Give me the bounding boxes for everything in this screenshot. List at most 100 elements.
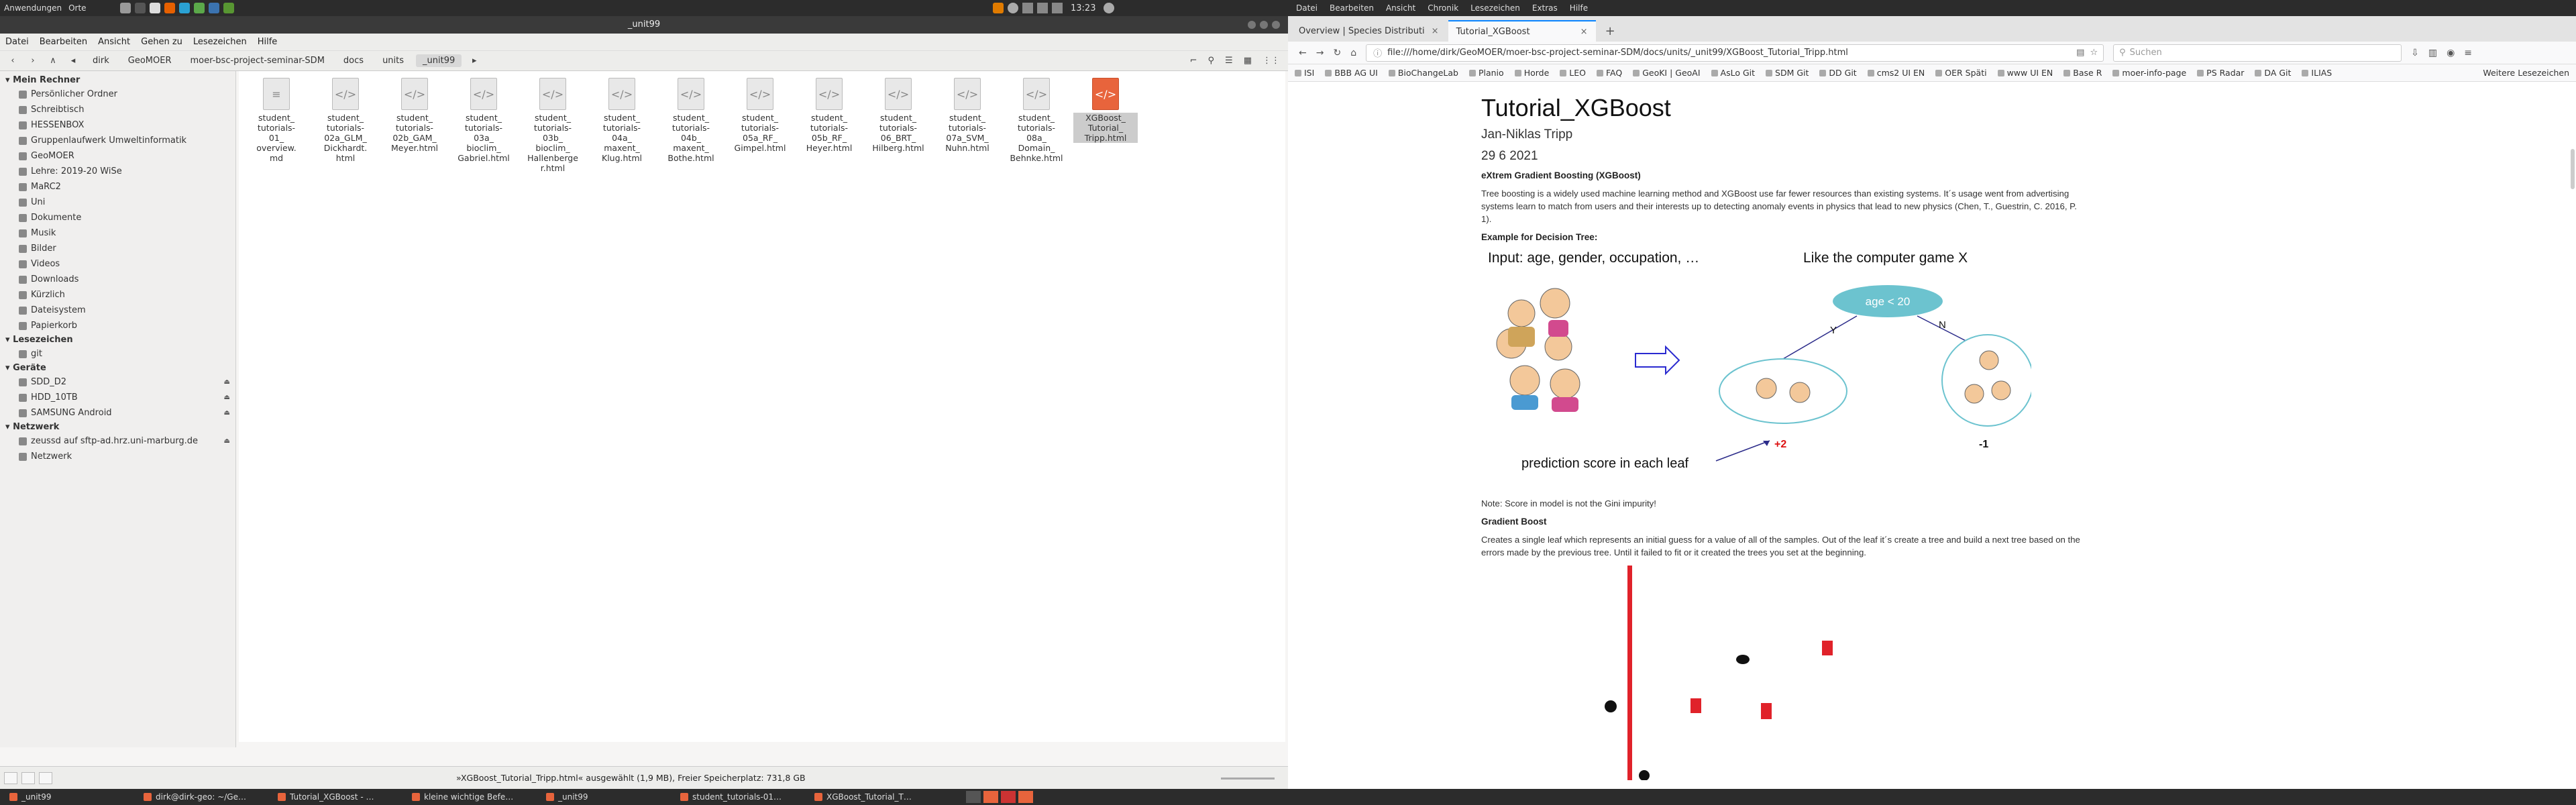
bookmark-item[interactable]: moer-info-page bbox=[2112, 68, 2186, 78]
taskbar-item[interactable]: XGBoost_Tutorial_T… bbox=[805, 789, 939, 805]
bookmark-item[interactable]: PS Radar bbox=[2197, 68, 2244, 78]
breadcrumb-units[interactable]: units bbox=[376, 54, 411, 67]
taskbar-item[interactable]: kleine wichtige Befe… bbox=[402, 789, 537, 805]
sidebar-item[interactable]: Dateisystem bbox=[0, 303, 235, 318]
workspace-3[interactable] bbox=[1001, 791, 1016, 803]
forward-icon[interactable]: → bbox=[1316, 48, 1324, 58]
editor-launcher-icon[interactable] bbox=[149, 3, 160, 13]
file-item[interactable]: ≡ student_ tutorials- 01_ overview. md bbox=[244, 78, 309, 163]
taskbar-item[interactable]: Tutorial_XGBoost - … bbox=[268, 789, 402, 805]
bookmark-item[interactable]: FAQ bbox=[1597, 68, 1622, 78]
show-places-button[interactable] bbox=[4, 771, 17, 784]
menu-extras[interactable]: Extras bbox=[1532, 3, 1558, 13]
file-item[interactable]: </> student_ tutorials- 04a_ maxent_ Klug… bbox=[590, 78, 654, 163]
menu-chronik[interactable]: Chronik bbox=[1428, 3, 1458, 13]
bookmark-item[interactable]: AsLo Git bbox=[1711, 68, 1756, 78]
breadcrumb-project[interactable]: moer-bsc-project-seminar-SDM bbox=[183, 54, 331, 67]
up-icon[interactable]: ∧ bbox=[46, 56, 60, 66]
maps-launcher-icon[interactable] bbox=[193, 3, 205, 13]
bookmark-item[interactable]: SDM Git bbox=[1766, 68, 1809, 78]
more-bookmarks-button[interactable]: Weitere Lesezeichen bbox=[2483, 68, 2576, 78]
bookmark-item[interactable]: BioChangeLab bbox=[1389, 68, 1458, 78]
bookmark-item[interactable]: ILIAS bbox=[2302, 68, 2332, 78]
volume-tray-icon[interactable] bbox=[1037, 3, 1048, 13]
bookmark-item[interactable]: GeoKI | GeoAI bbox=[1633, 68, 1700, 78]
bookmark-item[interactable]: ISI bbox=[1295, 68, 1314, 78]
bookmark-item[interactable]: DA Git bbox=[2255, 68, 2291, 78]
sidebar-item[interactable]: Musik bbox=[0, 225, 235, 241]
show-tree-button[interactable] bbox=[21, 771, 35, 784]
sidebar-item[interactable]: Bilder bbox=[0, 241, 235, 256]
taskbar-item[interactable]: student_tutorials-01… bbox=[671, 789, 805, 805]
qgis-launcher-icon[interactable] bbox=[223, 3, 234, 13]
sidebar-item[interactable]: MaRC2 bbox=[0, 179, 235, 195]
dropbox-icon[interactable] bbox=[993, 3, 1004, 13]
library-icon[interactable]: ▥ bbox=[2428, 48, 2437, 58]
file-item[interactable]: </> XGBoost_ Tutorial_ Tripp.html bbox=[1073, 78, 1138, 143]
hide-sidebar-button[interactable] bbox=[39, 771, 52, 784]
sidebar-item[interactable]: SDD_D2 ⏏ bbox=[0, 374, 235, 390]
taskbar-item[interactable]: _unit99 bbox=[0, 789, 134, 805]
search-icon[interactable]: ⚲ bbox=[1208, 56, 1215, 66]
bookmark-item[interactable]: Planio bbox=[1469, 68, 1504, 78]
downloads-icon[interactable]: ⇩ bbox=[2411, 48, 2419, 58]
page-info-icon[interactable]: ⓘ bbox=[1373, 46, 1382, 59]
sidebar-item[interactable]: GeoMOER bbox=[0, 148, 235, 164]
fm-menu-gehen-zu[interactable]: Gehen zu bbox=[141, 37, 182, 47]
bookmark-item[interactable]: Base R bbox=[2063, 68, 2102, 78]
menu-bearbeiten[interactable]: Bearbeiten bbox=[1330, 3, 1374, 13]
places-menu[interactable]: Orte bbox=[68, 3, 86, 13]
bookmark-item[interactable]: LEO bbox=[1560, 68, 1586, 78]
file-item[interactable]: </> student_ tutorials- 03a_ bioclim_ Gab… bbox=[451, 78, 516, 163]
sidebar-section-devices[interactable]: ▾ Geräte bbox=[0, 362, 235, 374]
path-right-icon[interactable]: ▸ bbox=[467, 56, 482, 66]
workspace-1[interactable] bbox=[966, 791, 981, 803]
sidebar-item[interactable]: Videos bbox=[0, 256, 235, 272]
fm-menu-datei[interactable]: Datei bbox=[5, 37, 29, 47]
battery-tray-icon[interactable] bbox=[1052, 3, 1063, 13]
sidebar-item[interactable]: SAMSUNG Android ⏏ bbox=[0, 405, 235, 421]
sidebar-item[interactable]: Downloads bbox=[0, 272, 235, 287]
sidebar-item[interactable]: HESSENBOX bbox=[0, 117, 235, 133]
taskbar-item[interactable]: _unit99 bbox=[537, 789, 671, 805]
sidebar-item[interactable]: Schreibtisch bbox=[0, 102, 235, 117]
back-icon[interactable]: ‹ bbox=[5, 56, 20, 66]
file-item[interactable]: </> student_ tutorials- 05a_RF_ Gimpel.ht… bbox=[728, 78, 792, 153]
bookmark-star-icon[interactable]: ☆ bbox=[2090, 48, 2103, 58]
fm-menu-hilfe[interactable]: Hilfe bbox=[258, 37, 278, 47]
fm-titlebar[interactable]: _unit99 bbox=[0, 16, 1288, 34]
eject-icon[interactable]: ⏏ bbox=[224, 378, 230, 386]
menu-ansicht[interactable]: Ansicht bbox=[1386, 3, 1415, 13]
bookmark-item[interactable]: www UI EN bbox=[1998, 68, 2053, 78]
close-tab-icon[interactable]: × bbox=[1580, 27, 1588, 37]
menu-datei[interactable]: Datei bbox=[1296, 3, 1318, 13]
path-left-icon[interactable]: ◂ bbox=[66, 56, 80, 66]
fm-menu-bearbeiten[interactable]: Bearbeiten bbox=[40, 37, 87, 47]
settings-tray-icon[interactable] bbox=[1008, 3, 1018, 13]
breadcrumb-docs[interactable]: docs bbox=[337, 54, 370, 67]
fm-menu-ansicht[interactable]: Ansicht bbox=[98, 37, 130, 47]
eject-icon[interactable]: ⏏ bbox=[224, 409, 230, 417]
zoom-slider[interactable] bbox=[1221, 777, 1275, 780]
page-scrollbar[interactable] bbox=[2571, 149, 2575, 189]
bookmark-item[interactable]: cms2 UI EN bbox=[1868, 68, 1925, 78]
file-item[interactable]: </> student_ tutorials- 06_BRT_ Hilberg.h… bbox=[866, 78, 930, 153]
bookmark-item[interactable]: DD Git bbox=[1819, 68, 1856, 78]
file-item[interactable]: </> student_ tutorials- 05b_RF_ Heyer.htm… bbox=[797, 78, 861, 153]
new-tab-button[interactable]: + bbox=[1597, 20, 1623, 42]
close-button[interactable] bbox=[1272, 21, 1280, 29]
list-view-icon[interactable]: ☰ bbox=[1225, 56, 1233, 66]
menu-lesezeichen[interactable]: Lesezeichen bbox=[1470, 3, 1520, 13]
sidebar-item[interactable]: HDD_10TB ⏏ bbox=[0, 390, 235, 405]
sidebar-item[interactable]: Papierkorb bbox=[0, 318, 235, 333]
breadcrumb-geomoer[interactable]: GeoMOER bbox=[121, 54, 178, 67]
extension-icon[interactable]: ◉ bbox=[2447, 48, 2455, 58]
menu-hilfe[interactable]: Hilfe bbox=[1570, 3, 1588, 13]
sidebar-item[interactable]: zeussd auf sftp-ad.hrz.uni-marburg.de ⏏ bbox=[0, 433, 235, 449]
icon-view-icon[interactable]: ▦ bbox=[1244, 56, 1252, 66]
file-item[interactable]: </> student_ tutorials- 02b_GAM_ Meyer.ht… bbox=[382, 78, 447, 153]
fm-menu-lesezeichen[interactable]: Lesezeichen bbox=[193, 37, 247, 47]
sidebar-item[interactable]: Gruppenlaufwerk Umweltinformatik bbox=[0, 133, 235, 148]
home-icon[interactable]: ⌂ bbox=[1350, 48, 1356, 58]
sidebar-section-network[interactable]: ▾ Netzwerk bbox=[0, 421, 235, 433]
